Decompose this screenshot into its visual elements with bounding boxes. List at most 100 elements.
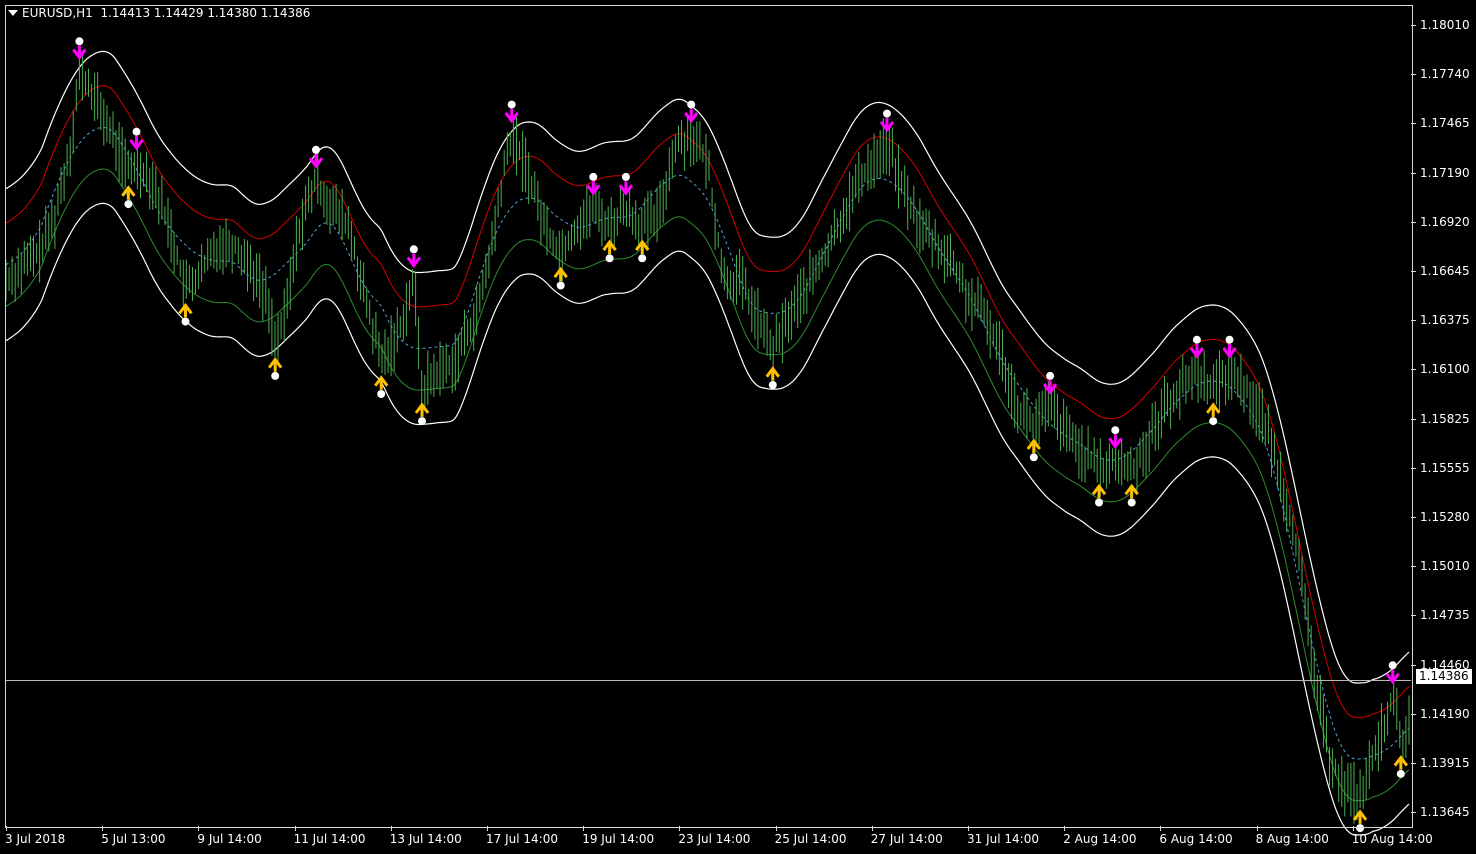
white-dot-icon [621, 172, 630, 181]
white-dot-icon [409, 245, 418, 254]
y-tick-label: 1.16100 [1420, 362, 1470, 377]
yellow-up-arrow-icon [1352, 809, 1368, 824]
y-tick-label: 1.13915 [1420, 756, 1470, 770]
x-tick-mark [487, 826, 488, 831]
x-tick-label: 11 Jul 14:00 [293, 832, 366, 846]
y-tick-label: 1.15825 [1420, 411, 1470, 426]
magenta-down-arrow-icon [618, 181, 634, 196]
yellow-up-arrow-icon [267, 357, 283, 372]
yellow-up-arrow-icon [374, 375, 389, 390]
yellow-up-arrow-icon [1026, 438, 1041, 454]
white-dot-icon [132, 127, 141, 136]
y-tick-label: 1.15280 [1420, 510, 1470, 524]
magenta-down-arrow-icon [683, 108, 699, 124]
x-tick-label: 27 Jul 14:00 [870, 832, 943, 846]
white-dot-icon [377, 390, 386, 398]
white-dot-icon [638, 254, 647, 263]
x-tick-mark [198, 826, 200, 831]
yellow-up-arrow-icon [1393, 755, 1409, 770]
x-tick-mark [294, 826, 296, 831]
x-tick-label: 13 Jul 14:00 [389, 832, 462, 846]
magenta-down-arrow-icon [406, 253, 422, 269]
magenta-down-arrow-icon [1108, 434, 1123, 449]
x-tick-label: 6 Aug 14:00 [1159, 832, 1233, 846]
x-tick-label: 19 Jul 14:00 [582, 832, 655, 846]
y-tick-label: 1.16375 [1420, 313, 1470, 328]
y-tick-label: 1.17190 [1420, 165, 1470, 180]
x-tick-label: 10 Aug 14:00 [1351, 832, 1433, 846]
y-tick-mark [1411, 517, 1416, 518]
y-tick-label: 1.15010 [1420, 559, 1470, 574]
x-tick-mark [871, 826, 873, 831]
y-tick-label: 1.16645 [1420, 264, 1470, 278]
y-tick-label: 1.16920 [1420, 214, 1470, 229]
y-tick-mark [1411, 664, 1416, 666]
white-dot-icon [589, 172, 598, 181]
white-dot-icon [507, 100, 516, 109]
white-dot-icon [1127, 498, 1136, 507]
y-tick-label: 1.14735 [1420, 608, 1470, 623]
chart-header: EURUSD,H1 1.14413 1.14429 1.14380 1.1438… [8, 6, 310, 20]
y-tick-mark [1411, 418, 1416, 420]
white-dot-icon [181, 317, 190, 326]
white-dot-icon [883, 109, 891, 118]
ohlc-quote: 1.14413 1.14429 1.14380 1.14386 [100, 6, 311, 20]
x-tick-mark [583, 826, 585, 831]
y-tick-mark [1411, 320, 1416, 322]
yellow-up-arrow-icon [553, 266, 568, 282]
white-dot-icon [768, 381, 777, 389]
white-dot-icon [1046, 371, 1055, 380]
white-dot-icon [556, 281, 565, 290]
magenta-down-arrow-icon [504, 108, 519, 124]
x-tick-mark [1064, 826, 1066, 831]
price-chart[interactable] [0, 0, 1476, 854]
y-tick-label: 1.18010 [1420, 18, 1470, 32]
yellow-up-arrow-icon [1206, 402, 1221, 417]
lower-band-line [5, 202, 1410, 836]
y-tick-mark [1411, 615, 1416, 617]
white-dot-icon [1029, 453, 1038, 462]
x-tick-label: 2 Aug 14:00 [1063, 832, 1137, 846]
x-tick-label: 5 Jul 13:00 [101, 832, 166, 846]
dropdown-triangle-icon[interactable] [8, 9, 18, 16]
y-tick-mark [1411, 713, 1416, 715]
white-dot-icon [418, 417, 426, 426]
x-tick-label: 31 Jul 14:00 [967, 832, 1039, 846]
x-tick-label: 25 Jul 14:00 [774, 832, 847, 846]
x-tick-mark [390, 826, 392, 831]
white-dot-icon [75, 37, 84, 46]
yellow-up-arrow-icon [178, 302, 193, 318]
magenta-down-arrow-icon [879, 117, 895, 133]
white-dot-icon [1192, 335, 1201, 344]
x-tick-mark [6, 826, 7, 831]
y-tick-label: 1.15555 [1420, 460, 1470, 475]
y-tick-mark [1411, 763, 1416, 764]
y-tick-mark [1411, 25, 1416, 26]
magenta-down-arrow-icon [72, 45, 87, 61]
x-tick-mark [1352, 826, 1354, 831]
magenta-down-arrow-icon [308, 154, 324, 169]
x-tick-label: 9 Jul 14:00 [197, 832, 262, 846]
x-tick-label: 23 Jul 14:00 [678, 832, 751, 846]
y-tick-mark [1411, 566, 1416, 568]
white-dot-icon [1396, 769, 1405, 778]
y-tick-mark [1411, 369, 1416, 371]
x-tick-mark [1256, 826, 1258, 831]
white-dot-icon [124, 200, 133, 209]
x-tick-label: 3 Jul 2018 [5, 832, 66, 846]
current-price-badge: 1.14386 [1416, 669, 1472, 684]
white-dot-icon [605, 254, 614, 263]
y-tick-label: 1.17465 [1420, 116, 1470, 131]
y-tick-mark [1411, 221, 1416, 223]
yellow-up-arrow-icon [765, 366, 780, 381]
magenta-down-arrow-icon [1222, 344, 1237, 359]
chart-window[interactable]: EURUSD,H1 1.14413 1.14429 1.14380 1.1438… [0, 0, 1476, 854]
white-dot-icon [271, 371, 280, 380]
white-dot-icon [312, 145, 320, 154]
y-tick-mark [1411, 271, 1416, 272]
x-tick-label: 8 Aug 14:00 [1255, 832, 1329, 846]
x-tick-mark [102, 826, 104, 831]
x-tick-label: 17 Jul 14:00 [486, 832, 558, 846]
y-tick-mark [1411, 172, 1416, 174]
y-tick-mark [1411, 812, 1416, 814]
